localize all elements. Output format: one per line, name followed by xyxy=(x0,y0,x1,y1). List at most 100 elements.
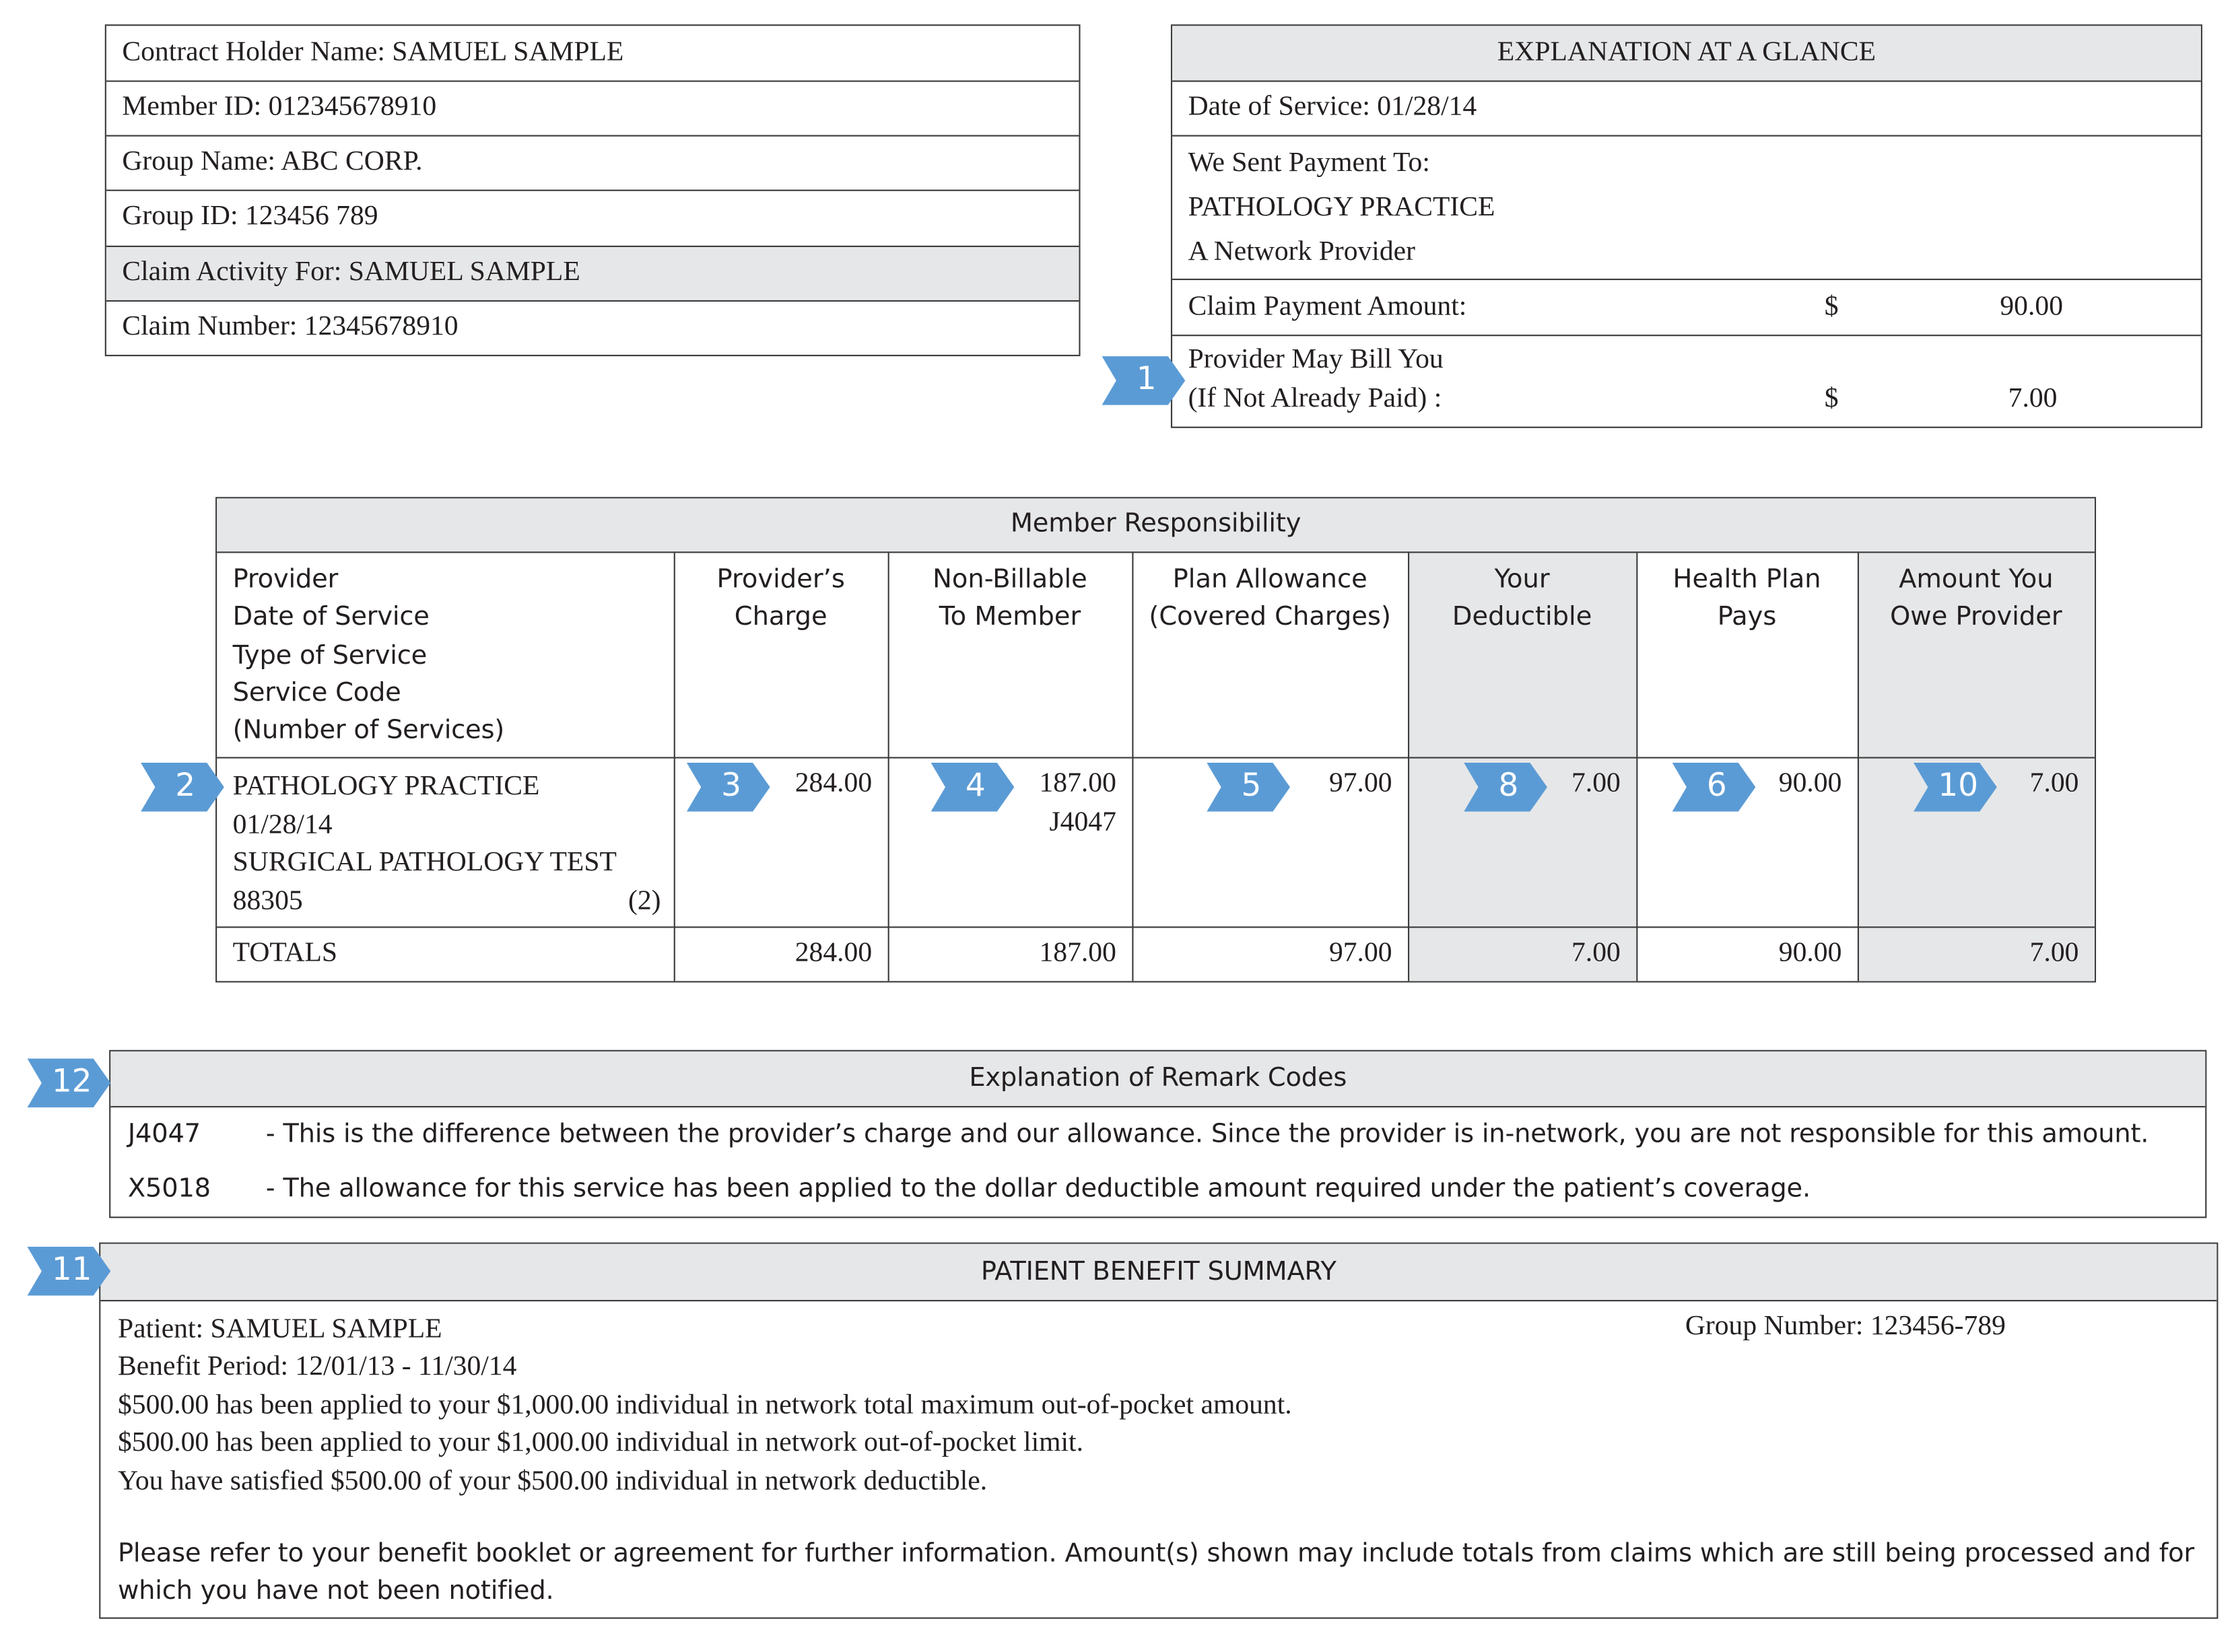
claim-payment-amount: 90.00 xyxy=(2000,291,2063,322)
member-id-row: Member ID: 012345678910 xyxy=(106,82,1079,137)
header-deductible-line1: Your xyxy=(1494,564,1550,595)
remark-text: - This is the difference between the pro… xyxy=(265,1119,2149,1149)
member-resp-header: Member Responsibility xyxy=(217,498,2095,553)
line-code-row: 88305 (2) xyxy=(233,883,661,921)
claim-line-provider: PATHOLOGY PRACTICE 01/28/14 SURGICAL PAT… xyxy=(233,769,661,921)
callout-number: 8 xyxy=(1498,768,1519,804)
callout-number: 11 xyxy=(51,1252,92,1288)
header-allowance-line2: (Covered Charges) xyxy=(1149,602,1392,632)
payee-type: A Network Provider xyxy=(1188,237,1416,267)
header-charge-line2: Charge xyxy=(734,602,827,632)
callout-badge-4: 4 xyxy=(930,762,1015,812)
sent-payment-label: We Sent Payment To: xyxy=(1188,147,1430,178)
glance-box: EXPLANATION AT A GLANCE Date of Service:… xyxy=(1170,24,2202,428)
may-bill-label-line1: Provider May Bill You xyxy=(1188,345,1444,375)
payee-name: PATHOLOGY PRACTICE xyxy=(1188,192,1495,223)
summary-benefit-period: Benefit Period: 12/01/13 - 11/30/14 xyxy=(117,1352,517,1383)
summary-note-line-2: which you have not been notified. xyxy=(117,1576,554,1607)
summary-note-line-1: Please refer to your benefit booklet or … xyxy=(117,1538,2194,1569)
may-bill-label-line2: (If Not Already Paid) : xyxy=(1188,383,1442,414)
line-provider-name: PATHOLOGY PRACTICE xyxy=(232,771,540,802)
contract-info-box: Contract Holder Name: SAMUEL SAMPLE Memb… xyxy=(104,24,1081,357)
summary-line-3: You have satisfied $500.00 of your $500.… xyxy=(117,1466,988,1496)
header-owe-line2: Owe Provider xyxy=(1890,602,2062,632)
glance-date-row: Date of Service: 01/28/14 xyxy=(1172,82,2201,137)
totals-divider xyxy=(217,926,2095,928)
group-id-row: Group ID: 123456 789 xyxy=(106,191,1079,247)
header-divider xyxy=(217,757,2095,759)
line-service-code: 88305 xyxy=(232,885,303,916)
callout-badge-2: 2 xyxy=(141,762,224,812)
header-deductible-line2: Deductible xyxy=(1452,602,1592,632)
total-owe: 7.00 xyxy=(2029,938,2079,969)
group-id: Group ID: 123456 789 xyxy=(122,201,378,232)
header-service-code: Service Code xyxy=(232,677,401,708)
header-non-billable-line2: To Member xyxy=(939,602,1081,632)
line-service-count: (2) xyxy=(628,885,661,916)
claim-number-row: Claim Number: 12345678910 xyxy=(106,302,1079,355)
line-date: 01/28/14 xyxy=(232,809,333,840)
contract-holder-row: Contract Holder Name: SAMUEL SAMPLE xyxy=(106,26,1079,82)
may-bill-row: Provider May Bill You (If Not Already Pa… xyxy=(1172,336,2201,426)
callout-badge-11: 11 xyxy=(27,1247,111,1296)
benefit-summary-header: PATIENT BENEFIT SUMMARY xyxy=(100,1243,2217,1302)
benefit-summary-box: PATIENT BENEFIT SUMMARY Patient: SAMUEL … xyxy=(99,1242,2219,1619)
claim-activity-for: Claim Activity For: SAMUEL SAMPLE xyxy=(122,256,580,287)
member-responsibility-table: Member Responsibility Provider Date of S… xyxy=(215,497,2097,983)
header-plan-pays-line2: Pays xyxy=(1717,602,1777,632)
claim-payment-currency: $ xyxy=(1824,291,1839,322)
allowance-column-header: Plan Allowance (Covered Charges) xyxy=(1132,561,1408,636)
header-provider: Provider xyxy=(232,564,339,595)
header-type-of-service: Type of Service xyxy=(232,640,428,670)
callout-number: 1 xyxy=(1136,362,1157,399)
remark-text: - The allowance for this service has bee… xyxy=(265,1173,1810,1204)
group-name: Group Name: ABC CORP. xyxy=(122,146,423,177)
contract-holder-name: Contract Holder Name: SAMUEL SAMPLE xyxy=(122,37,624,68)
header-date-of-service: Date of Service xyxy=(232,602,430,633)
callout-number: 2 xyxy=(175,768,196,804)
callout-badge-5: 5 xyxy=(1207,762,1291,812)
total-allowance: 97.00 xyxy=(1328,938,1392,969)
summary-group-number: Group Number: 123456-789 xyxy=(1685,1311,2006,1342)
glance-payee-row: We Sent Payment To: PATHOLOGY PRACTICE A… xyxy=(1172,137,2201,281)
member-resp-title: Member Responsibility xyxy=(1010,508,1301,539)
claim-number: Claim Number: 12345678910 xyxy=(122,312,459,342)
member-id: Member ID: 012345678910 xyxy=(122,92,437,123)
plan-pays-column-header: Health Plan Pays xyxy=(1636,561,1858,636)
remark-code: J4047 xyxy=(127,1119,201,1149)
header-charge-line1: Provider’s xyxy=(716,564,845,595)
remark-codes-box: Explanation of Remark Codes J4047 - This… xyxy=(109,1049,2207,1218)
deductible-column-header: Your Deductible xyxy=(1408,561,1636,636)
remark-item: X5018 - The allowance for this service h… xyxy=(110,1173,2205,1216)
callout-number: 6 xyxy=(1706,768,1727,804)
callout-badge-1: 1 xyxy=(1102,356,1186,405)
total-plan-pays: 90.00 xyxy=(1778,938,1842,969)
callout-badge-8: 8 xyxy=(1464,762,1547,812)
callout-number: 3 xyxy=(721,768,741,804)
non-billable-column-header: Non-Billable To Member xyxy=(888,561,1132,636)
total-charge: 284.00 xyxy=(794,938,873,969)
header-plan-pays-line1: Health Plan xyxy=(1672,564,1821,595)
summary-line-2: $500.00 has been applied to your $1,000.… xyxy=(117,1428,1084,1459)
group-name-row: Group Name: ABC CORP. xyxy=(106,137,1079,191)
benefit-summary-title: PATIENT BENEFIT SUMMARY xyxy=(980,1256,1336,1287)
callout-badge-3: 3 xyxy=(686,762,770,812)
header-owe-line1: Amount You xyxy=(1899,564,2054,595)
claim-activity-row: Claim Activity For: SAMUEL SAMPLE xyxy=(106,246,1079,302)
line-non-billable-code: J4047 xyxy=(1049,807,1116,837)
may-bill-currency: $ xyxy=(1824,383,1839,414)
owe-column-header: Amount You Owe Provider xyxy=(1858,561,2095,636)
total-non-billable: 187.00 xyxy=(1039,938,1116,969)
total-deductible: 7.00 xyxy=(1571,938,1621,969)
callout-number: 5 xyxy=(1241,768,1262,804)
charge-column-header: Provider’s Charge xyxy=(674,561,888,636)
summary-note: Please refer to your benefit booklet or … xyxy=(118,1536,2194,1612)
callout-number: 4 xyxy=(965,768,986,804)
glance-date-of-service: Date of Service: 01/28/14 xyxy=(1188,92,1477,123)
remark-code: X5018 xyxy=(127,1173,211,1204)
claim-payment-row: Claim Payment Amount: $ 90.00 xyxy=(1172,280,2201,337)
benefit-summary-body: Patient: SAMUEL SAMPLE Benefit Period: 1… xyxy=(118,1311,1292,1501)
callout-badge-12: 12 xyxy=(27,1058,111,1108)
glance-title: EXPLANATION AT A GLANCE xyxy=(1497,37,1876,68)
totals-label: TOTALS xyxy=(232,938,338,969)
